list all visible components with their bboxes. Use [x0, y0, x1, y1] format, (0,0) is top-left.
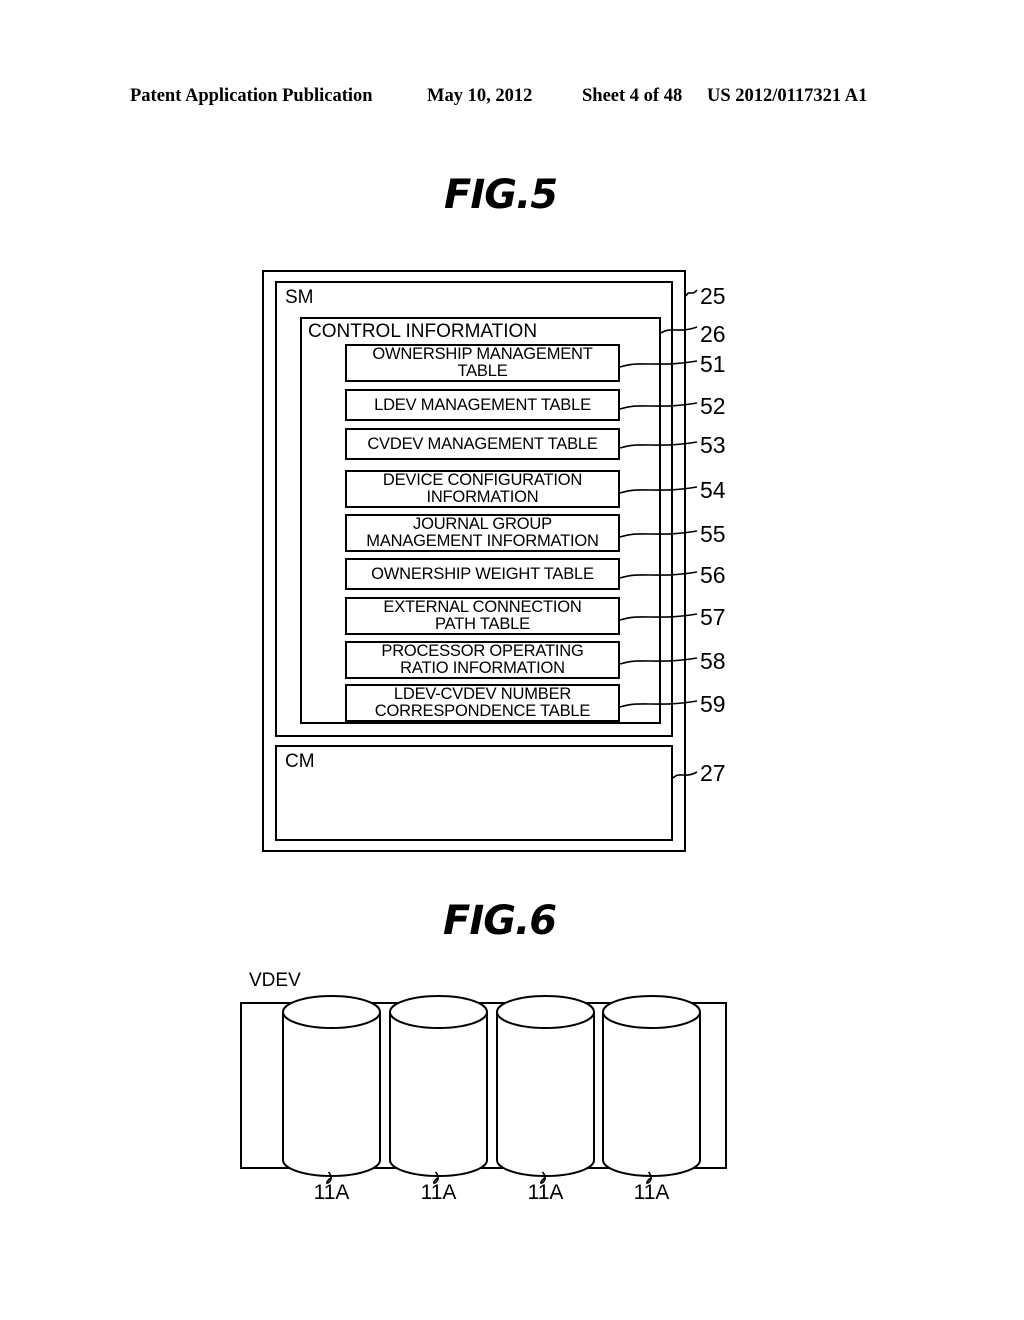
control-information-label: CONTROL INFORMATION	[308, 321, 538, 342]
control-info-item-label: PROCESSOR OPERATING RATIO INFORMATION	[381, 642, 584, 677]
figure-5-title: FIG.5	[444, 172, 558, 218]
reference-number-58: 58	[700, 648, 726, 674]
reference-number-56: 56	[700, 562, 726, 588]
control-info-item-label: LDEV-CVDEV NUMBER CORRESPONDENCE TABLE	[374, 685, 591, 720]
reference-number-54: 54	[700, 477, 726, 503]
reference-number-26: 26	[700, 321, 726, 347]
reference-number-57: 57	[700, 604, 726, 630]
control-info-item-56: OWNERSHIP WEIGHT TABLE	[345, 558, 620, 590]
control-info-item-58: PROCESSOR OPERATING RATIO INFORMATION	[345, 641, 620, 679]
disk-label-3: 11A	[527, 1181, 564, 1204]
control-info-item-55: JOURNAL GROUP MANAGEMENT INFORMATION	[345, 514, 620, 552]
reference-number-53: 53	[700, 432, 726, 458]
disk-label-4: 11A	[633, 1181, 670, 1204]
control-info-item-54: DEVICE CONFIGURATION INFORMATION	[345, 470, 620, 508]
control-info-item-label: JOURNAL GROUP MANAGEMENT INFORMATION	[366, 515, 599, 550]
cache-memory-label: CM	[285, 751, 315, 772]
header-sheet-text: Sheet 4 of 48	[582, 86, 683, 106]
sm-box-label: SM	[285, 287, 314, 308]
reference-number-51: 51	[700, 351, 726, 377]
disk-label-1: 11A	[313, 1181, 350, 1204]
header-date-text: May 10, 2012	[427, 86, 533, 106]
reference-number-59: 59	[700, 691, 726, 717]
page-header: Patent Application Publication May 10, 2…	[0, 86, 1024, 112]
control-info-item-label: DEVICE CONFIGURATION INFORMATION	[382, 471, 583, 506]
control-info-item-51: OWNERSHIP MANAGEMENT TABLE	[345, 344, 620, 382]
control-info-item-label: CVDEV MANAGEMENT TABLE	[367, 434, 598, 453]
control-info-item-label: OWNERSHIP WEIGHT TABLE	[371, 564, 594, 583]
control-info-item-52: LDEV MANAGEMENT TABLE	[345, 389, 620, 421]
disk-label-2: 11A	[420, 1181, 457, 1204]
control-info-item-label: EXTERNAL CONNECTION PATH TABLE	[383, 598, 582, 633]
header-publication-text: Patent Application Publication	[130, 86, 373, 106]
control-info-item-59: LDEV-CVDEV NUMBER CORRESPONDENCE TABLE	[345, 684, 620, 722]
cache-memory-box	[275, 745, 673, 841]
vdev-label: VDEV	[249, 970, 301, 991]
reference-number-25: 25	[700, 283, 726, 309]
vdev-box	[240, 1002, 727, 1169]
reference-number-52: 52	[700, 393, 726, 419]
header-patent-number: US 2012/0117321 A1	[707, 86, 868, 106]
figure-6-title: FIG.6	[443, 898, 557, 944]
control-info-item-57: EXTERNAL CONNECTION PATH TABLE	[345, 597, 620, 635]
control-info-item-label: OWNERSHIP MANAGEMENT TABLE	[372, 345, 593, 380]
reference-number-55: 55	[700, 521, 726, 547]
control-info-item-53: CVDEV MANAGEMENT TABLE	[345, 428, 620, 460]
control-info-item-label: LDEV MANAGEMENT TABLE	[374, 395, 591, 414]
reference-number-27: 27	[700, 760, 726, 786]
leader-line-25	[685, 289, 698, 297]
